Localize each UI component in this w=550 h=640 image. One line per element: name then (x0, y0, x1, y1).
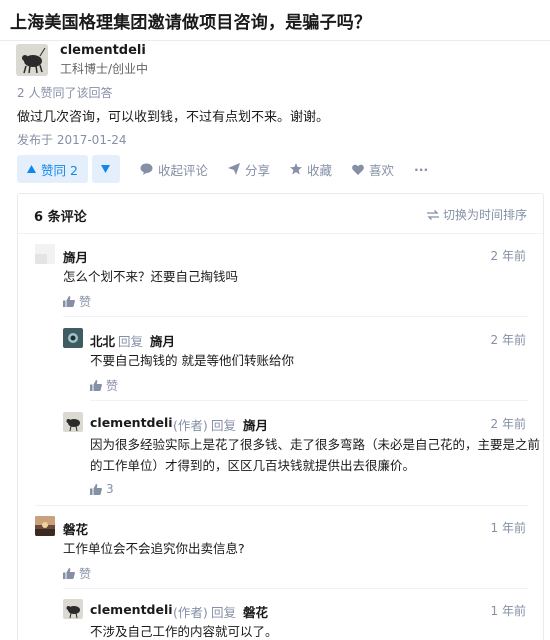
more-icon: ··· (414, 161, 429, 177)
comment-author[interactable]: clementdeli (90, 415, 173, 430)
vote-up-button[interactable]: 赞同 2 (17, 155, 88, 183)
author-tag: (作者) (173, 605, 208, 620)
author-name[interactable]: clementdeli (60, 43, 146, 58)
avatar[interactable] (16, 44, 48, 76)
thumbs-up-icon (90, 380, 102, 391)
comment-author[interactable]: 北北 (90, 331, 115, 350)
comment-time: 2 年前 (490, 249, 526, 263)
answer-actions: 赞同 2 收起评论 分享 收藏 喜欢 ··· (17, 155, 428, 183)
collect-button[interactable]: 收藏 (289, 160, 332, 179)
reply-label: 回复 (211, 605, 237, 620)
comment-like-count: 3 (106, 482, 114, 496)
share-button[interactable]: 分享 (227, 160, 270, 179)
paper-plane-icon (227, 163, 240, 175)
comment-time: 2 年前 (490, 417, 526, 431)
like-label: 喜欢 (368, 162, 394, 178)
comment-like-label: 赞 (79, 295, 92, 309)
comment-author[interactable]: 磐花 (63, 519, 88, 538)
answer-content: 做过几次咨询，可以收到钱，不过有点划不来。谢谢。 (17, 110, 330, 125)
collapse-comments-label: 收起评论 (157, 162, 208, 178)
avatar[interactable] (63, 599, 83, 619)
reply-to-user[interactable]: 旖月 (243, 415, 268, 434)
comment-text: 因为很多经验实际上是花了很多钱、走了很多弯路（未必是自己花的，主要是之前 (90, 437, 541, 452)
comment-like-button[interactable]: 赞 (90, 377, 118, 394)
author-avatar-image (63, 412, 83, 432)
divider (63, 316, 528, 317)
triangle-down-icon (101, 165, 111, 173)
comment-text: 不涉及自己工作的内容就可以了。 (90, 624, 278, 639)
comment-bubble-icon (140, 163, 153, 175)
comment-text: 不要自己掏钱的 就是等他们转账给你 (90, 353, 294, 368)
comment-text: 工作单位会不会追究你出卖信息? (63, 541, 245, 556)
camera-avatar-image (63, 328, 83, 348)
like-button[interactable]: 喜欢 (352, 160, 394, 179)
triangle-up-icon (27, 165, 36, 173)
question-title[interactable]: 上海美国格理集团邀请做项目咨询，是骗子吗？ (10, 8, 371, 33)
avatar[interactable] (35, 516, 55, 536)
thumbs-up-icon (63, 568, 75, 579)
comment-like-label: 赞 (106, 379, 119, 393)
comment-author[interactable]: 旖月 (63, 247, 88, 266)
comment-text: 的工作单位）才得到的，区区几百块钱就提供出去很廉价。 (90, 458, 416, 473)
sunset-avatar-image (35, 516, 55, 536)
thumbs-up-icon (90, 483, 102, 495)
comment-like-button[interactable]: 赞 (63, 293, 91, 310)
thumbs-up-icon (63, 296, 75, 307)
comment-author[interactable]: clementdeli (90, 602, 173, 617)
comment-like-button[interactable]: 赞 (63, 565, 91, 582)
comment-time: 2 年前 (490, 333, 526, 347)
comments-panel: 6 条评论 切换为时间排序 旖月 2 年前 怎么个划不来？还要自己掏钱吗 赞 北… (17, 193, 544, 640)
divider (35, 505, 528, 506)
share-label: 分享 (244, 162, 270, 178)
author-avatar-image (16, 44, 48, 76)
reply-to-user[interactable]: 磐花 (243, 602, 268, 621)
swap-arrows-icon (426, 209, 439, 220)
comment-time: 1 年前 (490, 521, 526, 535)
comments-count: 6 条评论 (34, 210, 87, 225)
reply-to-user[interactable]: 旖月 (150, 331, 175, 350)
blank-avatar-image (35, 244, 55, 264)
divider (90, 400, 528, 401)
reply-label: 回复 (211, 418, 237, 433)
comment-text: 怎么个划不来？还要自己掏钱吗 (63, 269, 239, 284)
author-tag: (作者) (173, 418, 208, 433)
vote-down-button[interactable] (91, 155, 120, 183)
vote-info[interactable]: 2 人赞同了该回答 (17, 84, 112, 101)
comment-time: 1 年前 (490, 604, 526, 618)
collapse-comments-button[interactable]: 收起评论 (140, 160, 208, 179)
sort-toggle-button[interactable]: 切换为时间排序 (426, 206, 527, 223)
more-button[interactable]: ··· (414, 162, 428, 177)
comment-like-button[interactable]: 3 (90, 482, 114, 496)
publish-date[interactable]: 发布于 2017-01-24 (17, 131, 127, 148)
comments-header: 6 条评论 切换为时间排序 (18, 194, 543, 234)
divider (63, 588, 528, 589)
comment-like-label: 赞 (79, 567, 92, 581)
avatar[interactable] (63, 328, 83, 348)
reply-label: 回复 (118, 334, 144, 349)
star-icon (289, 163, 302, 175)
avatar[interactable] (35, 244, 55, 264)
collect-label: 收藏 (306, 162, 332, 178)
heart-icon (352, 164, 364, 175)
vote-up-label: 赞同 2 (41, 162, 78, 178)
sort-toggle-label: 切换为时间排序 (442, 208, 527, 222)
author-avatar-image (63, 599, 83, 619)
divider (0, 40, 550, 41)
avatar[interactable] (63, 412, 83, 432)
author-bio: 工科博士/创业中 (60, 62, 149, 76)
